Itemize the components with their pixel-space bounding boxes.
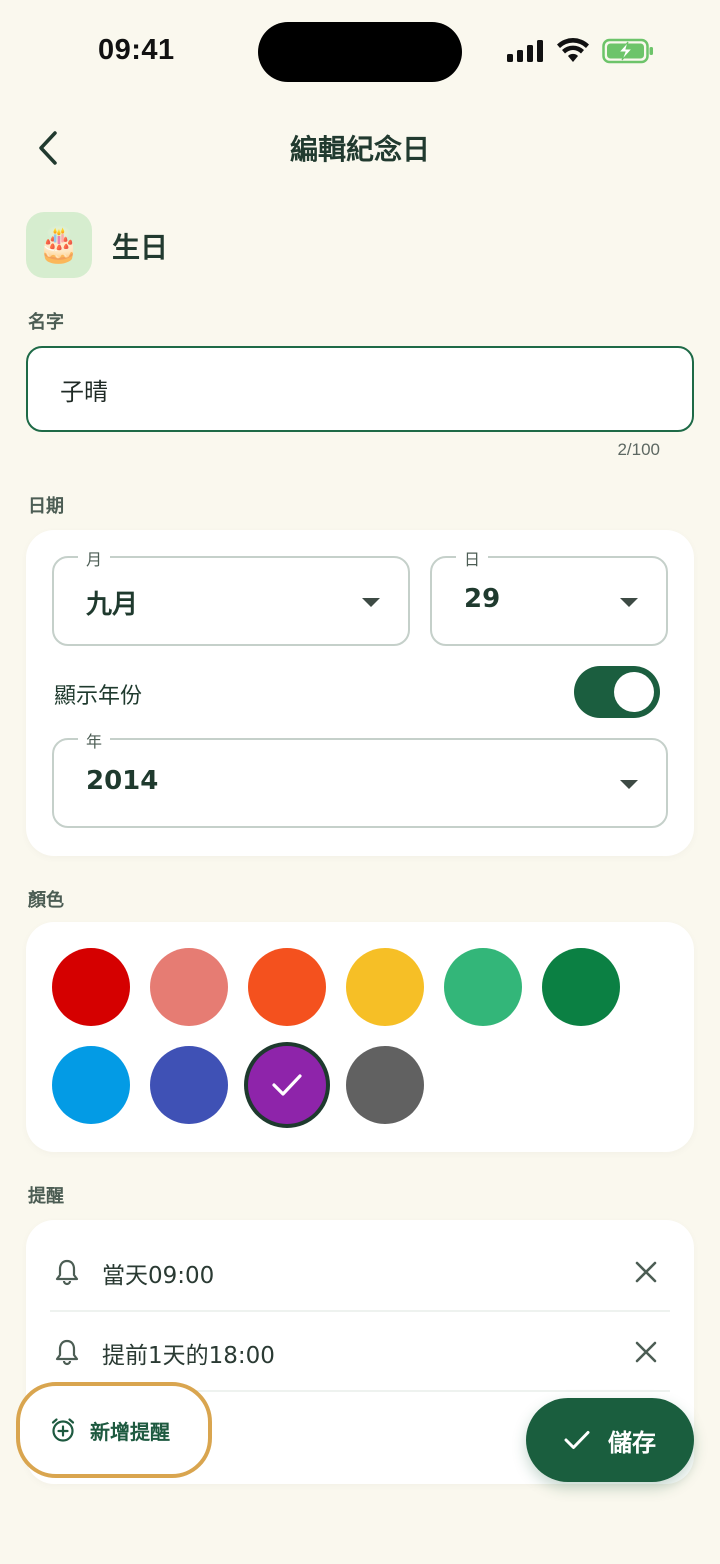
- remove-reminder-button[interactable]: [630, 1336, 662, 1368]
- color-swatch-light-green[interactable]: [444, 948, 522, 1026]
- status-bar: 09:41: [0, 0, 720, 104]
- dynamic-island: [258, 22, 462, 82]
- status-icons: [506, 38, 654, 64]
- save-label: 儲存: [608, 1428, 656, 1457]
- year-value: 2014: [86, 766, 159, 796]
- color-swatch-indigo[interactable]: [150, 1046, 228, 1124]
- name-section-label: 名字: [28, 312, 64, 333]
- cellular-signal-icon: [507, 40, 543, 62]
- bell-icon: [54, 1258, 80, 1290]
- add-reminder-label: 新增提醒: [90, 1419, 170, 1444]
- name-input-value: 子晴: [60, 377, 108, 406]
- name-input[interactable]: 子晴: [26, 346, 694, 432]
- dropdown-arrow-icon: [620, 780, 638, 789]
- status-time: 09:41: [98, 34, 175, 66]
- reminder-section-label: 提醒: [28, 1186, 64, 1207]
- color-swatch-blue[interactable]: [52, 1046, 130, 1124]
- reminder-text: 當天09:00: [102, 1263, 215, 1289]
- color-card: [26, 922, 694, 1152]
- year-field-label: 年: [78, 728, 111, 752]
- check-icon: [564, 1431, 590, 1449]
- toggle-knob: [614, 672, 654, 712]
- show-year-toggle[interactable]: [574, 666, 660, 718]
- month-field-label: 月: [78, 546, 111, 570]
- day-value: 29: [464, 584, 501, 614]
- reminder-item[interactable]: 提前1天的18:00: [26, 1312, 694, 1392]
- color-section-label: 顏色: [28, 890, 64, 911]
- dropdown-arrow-icon: [620, 598, 638, 607]
- battery-charging-icon: [602, 38, 653, 64]
- page-title: 編輯紀念日: [289, 133, 430, 166]
- add-reminder-button[interactable]: 新增提醒: [16, 1382, 212, 1478]
- remove-reminder-button[interactable]: [630, 1256, 662, 1288]
- name-char-counter: 2/100: [617, 440, 660, 459]
- day-field-label: 日: [456, 546, 489, 570]
- color-swatch-yellow[interactable]: [346, 948, 424, 1026]
- day-dropdown[interactable]: 日 29: [430, 546, 668, 646]
- wifi-icon: [557, 38, 589, 62]
- color-swatch-salmon[interactable]: [150, 948, 228, 1026]
- color-swatch-red[interactable]: [52, 948, 130, 1026]
- month-dropdown[interactable]: 月 九月: [52, 546, 410, 646]
- alarm-add-icon: [51, 1418, 75, 1442]
- type-icon-button[interactable]: 🎂: [26, 212, 92, 278]
- color-swatch-purple[interactable]: [248, 1046, 326, 1124]
- close-icon: [635, 1261, 657, 1283]
- reminder-text: 提前1天的18:00: [102, 1343, 275, 1369]
- reminder-item[interactable]: 當天09:00: [26, 1232, 694, 1312]
- month-value: 九月: [86, 590, 139, 620]
- close-icon: [635, 1341, 657, 1363]
- check-icon: [248, 1046, 326, 1124]
- show-year-label: 顯示年份: [54, 684, 143, 709]
- color-swatch-orange[interactable]: [248, 948, 326, 1026]
- year-dropdown[interactable]: 年 2014: [52, 728, 668, 828]
- type-label: 生日: [112, 231, 169, 264]
- save-button[interactable]: 儲存: [526, 1398, 694, 1482]
- bell-icon: [54, 1338, 80, 1370]
- dropdown-arrow-icon: [362, 598, 380, 607]
- color-swatch-gray[interactable]: [346, 1046, 424, 1124]
- date-section-label: 日期: [28, 496, 64, 517]
- date-card: 月 九月 日 29 顯示年份 年 2014: [26, 530, 694, 856]
- color-swatch-dark-green[interactable]: [542, 948, 620, 1026]
- birthday-cake-icon: 🎂: [37, 225, 81, 265]
